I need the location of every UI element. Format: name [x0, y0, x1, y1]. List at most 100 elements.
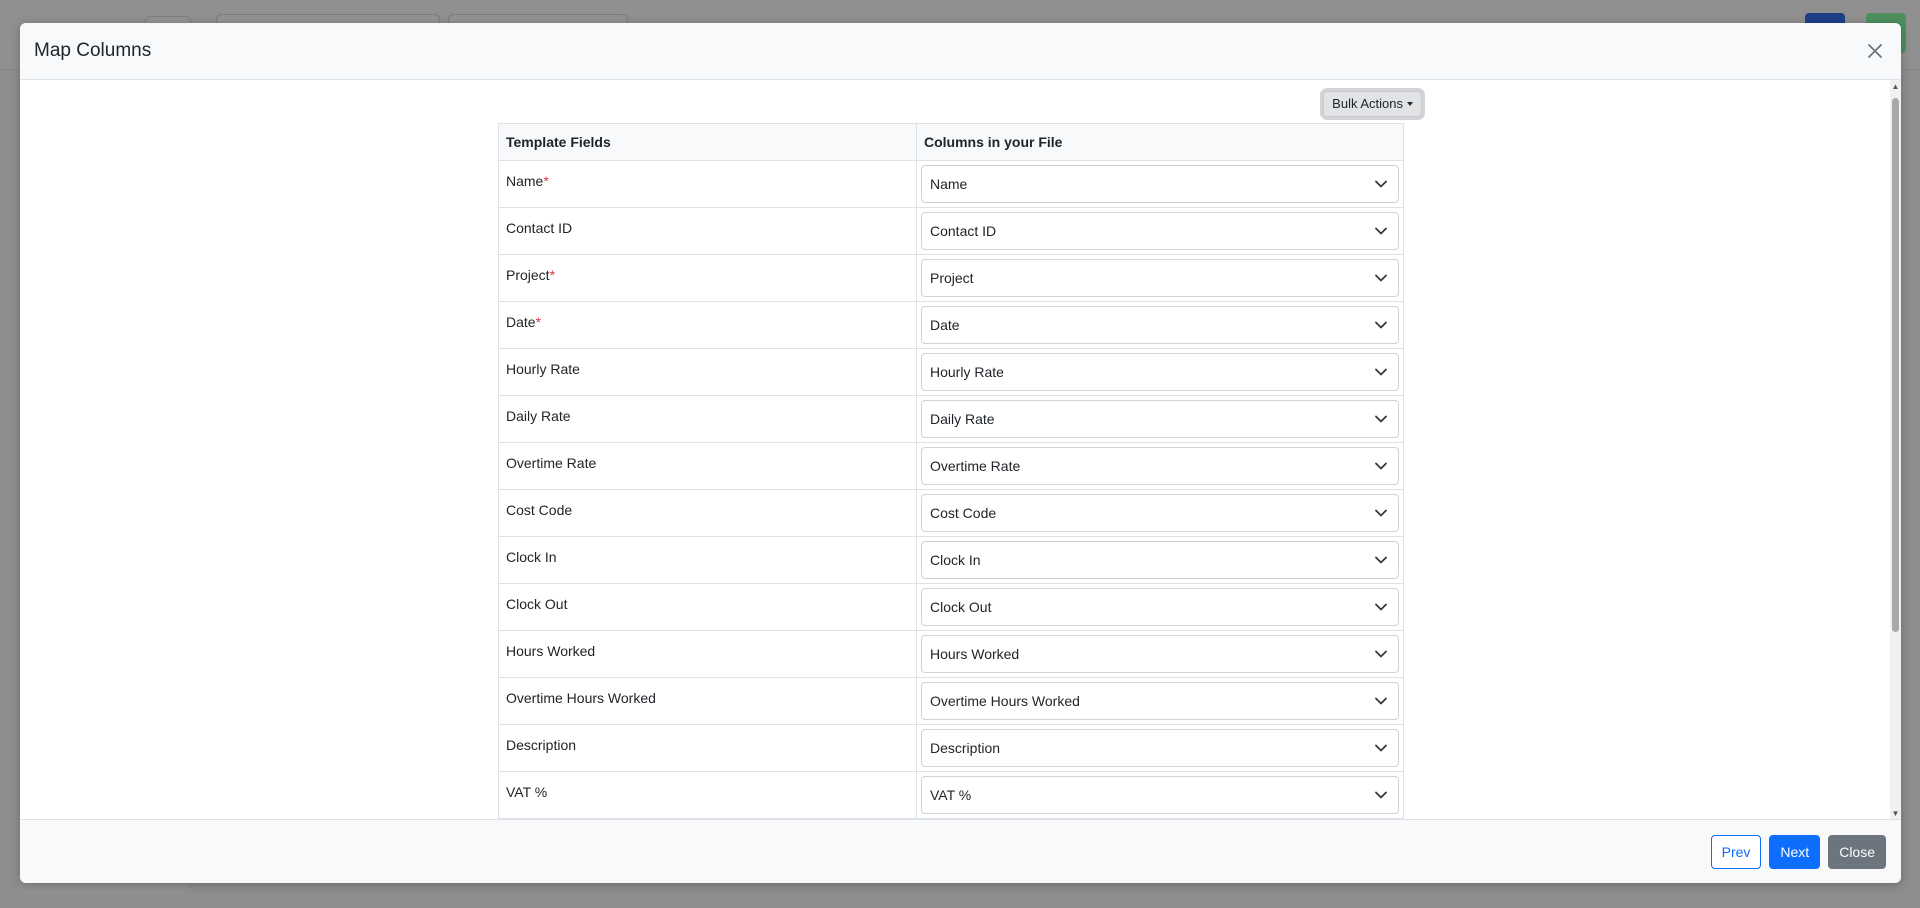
template-field-name: Cost Code	[506, 502, 573, 518]
file-column-cell: Overtime Hours Worked	[916, 677, 1404, 725]
template-field-label: Project*	[499, 255, 916, 283]
file-column-cell: Hours Worked	[916, 630, 1404, 678]
template-field-name: Hours Worked	[506, 643, 596, 659]
template-field-name: Overtime Hours Worked	[506, 690, 656, 706]
table-row: Description Description	[498, 724, 1404, 772]
close-button[interactable]: Close	[1828, 834, 1886, 869]
select-wrapper: Clock Out	[917, 584, 1403, 630]
scroll-down-icon[interactable]: ▼	[1891, 809, 1900, 818]
template-field-label: Date*	[499, 302, 916, 330]
chevron-down-icon	[1374, 694, 1388, 708]
select-wrapper: Overtime Hours Worked	[917, 678, 1403, 724]
template-field-cell: Hours Worked	[498, 630, 917, 678]
bulk-actions-row: Bulk Actions	[498, 80, 1428, 123]
template-field-cell: Overtime Hours Worked	[498, 677, 917, 725]
caret-down-icon	[1407, 101, 1413, 106]
column-select[interactable]: Description	[921, 729, 1399, 767]
table-header-row: Template Fields Columns in your File	[498, 123, 1404, 161]
table-body: Name* Name Contact ID Contact ID Project* Pro…	[498, 160, 1404, 819]
table-row: Daily Rate Daily Rate	[498, 395, 1404, 443]
select-wrapper: Overtime Rate	[917, 443, 1403, 489]
next-button[interactable]: Next	[1769, 834, 1821, 869]
prev-button[interactable]: Prev	[1710, 834, 1762, 869]
select-wrapper: Contact ID	[917, 208, 1403, 254]
select-wrapper: Hourly Rate	[917, 349, 1403, 395]
template-field-cell: Date*	[498, 301, 917, 349]
select-wrapper: Date	[917, 302, 1403, 348]
selected-column-value: Daily Rate	[930, 411, 995, 427]
file-column-cell: Description	[916, 724, 1404, 772]
column-select[interactable]: VAT %	[921, 776, 1399, 814]
table-row: Contact ID Contact ID	[498, 207, 1404, 255]
column-select[interactable]: Hourly Rate	[921, 353, 1399, 391]
template-field-name: Hourly Rate	[506, 361, 580, 377]
select-wrapper: Clock In	[917, 537, 1403, 583]
template-field-cell: Clock Out	[498, 583, 917, 631]
required-marker: *	[543, 173, 549, 189]
modal-footer: Prev Next Close	[20, 819, 1901, 883]
template-field-label: Overtime Rate	[499, 443, 916, 471]
template-field-cell: Hourly Rate	[498, 348, 917, 396]
select-wrapper: Project	[917, 255, 1403, 301]
table-row: Hourly Rate Hourly Rate	[498, 348, 1404, 396]
table-row: Date* Date	[498, 301, 1404, 349]
table-row: Name* Name	[498, 160, 1404, 208]
select-wrapper: Cost Code	[917, 490, 1403, 536]
scroll-up-icon[interactable]: ▲	[1891, 82, 1900, 91]
template-field-label: Clock In	[499, 537, 916, 565]
modal-scrollbar[interactable]: ▲ ▼	[1890, 80, 1901, 819]
table-row: Overtime Rate Overtime Rate	[498, 442, 1404, 490]
template-field-name: VAT %	[506, 784, 548, 800]
chevron-down-icon	[1374, 271, 1388, 285]
template-field-name: Date	[506, 314, 536, 330]
chevron-down-icon	[1374, 365, 1388, 379]
file-column-cell: Overtime Rate	[916, 442, 1404, 490]
map-columns-modal: Map Columns Bulk Actions Template Fields…	[20, 23, 1901, 883]
template-field-cell: Overtime Rate	[498, 442, 917, 490]
file-column-cell: Contact ID	[916, 207, 1404, 255]
template-field-name: Description	[506, 737, 577, 753]
column-select[interactable]: Daily Rate	[921, 400, 1399, 438]
column-select[interactable]: Date	[921, 306, 1399, 344]
selected-column-value: Date	[930, 317, 960, 333]
table-row: Cost Code Cost Code	[498, 489, 1404, 537]
required-marker: *	[535, 314, 542, 330]
table-row: Clock In Clock In	[498, 536, 1404, 584]
column-select[interactable]: Hours Worked	[921, 635, 1399, 673]
template-field-label: Description	[499, 725, 916, 753]
column-select[interactable]: Project	[921, 259, 1399, 297]
column-select[interactable]: Contact ID	[921, 212, 1399, 250]
template-field-label: Overtime Hours Worked	[499, 678, 916, 706]
file-column-cell: Clock Out	[916, 583, 1404, 631]
template-field-cell: Daily Rate	[498, 395, 917, 443]
column-select[interactable]: Overtime Hours Worked	[921, 682, 1399, 720]
column-select[interactable]: Overtime Rate	[921, 447, 1399, 485]
modal-header: Map Columns	[20, 23, 1901, 80]
chevron-down-icon	[1374, 177, 1388, 191]
column-select[interactable]: Clock Out	[921, 588, 1399, 626]
scrollbar-thumb[interactable]	[1892, 98, 1899, 632]
template-field-name: Name	[506, 173, 544, 189]
bulk-actions-button[interactable]: Bulk Actions	[1323, 90, 1422, 117]
selected-column-value: Name	[930, 176, 968, 192]
file-column-cell: Name	[916, 160, 1404, 208]
chevron-down-icon	[1374, 506, 1388, 520]
column-select[interactable]: Cost Code	[921, 494, 1399, 532]
mapping-table: Template Fields Columns in your File Nam…	[498, 123, 1404, 819]
selected-column-value: Contact ID	[930, 223, 997, 239]
selected-column-value: Overtime Rate	[930, 458, 1021, 474]
close-icon[interactable]	[1863, 39, 1887, 63]
column-select[interactable]: Clock In	[921, 541, 1399, 579]
selected-column-value: Clock Out	[930, 599, 992, 615]
file-column-cell: VAT %	[916, 771, 1404, 819]
select-wrapper: Name	[917, 161, 1403, 207]
template-field-cell: Clock In	[498, 536, 917, 584]
template-field-name: Clock Out	[506, 596, 568, 612]
template-field-label: Daily Rate	[499, 396, 916, 424]
selected-column-value: Description	[930, 740, 1001, 756]
template-field-name: Overtime Rate	[506, 455, 597, 471]
table-row: Project* Project	[498, 254, 1404, 302]
file-column-cell: Daily Rate	[916, 395, 1404, 443]
column-select[interactable]: Name	[921, 165, 1399, 203]
modal-body: Bulk Actions Template Fields Columns in …	[20, 80, 1890, 819]
